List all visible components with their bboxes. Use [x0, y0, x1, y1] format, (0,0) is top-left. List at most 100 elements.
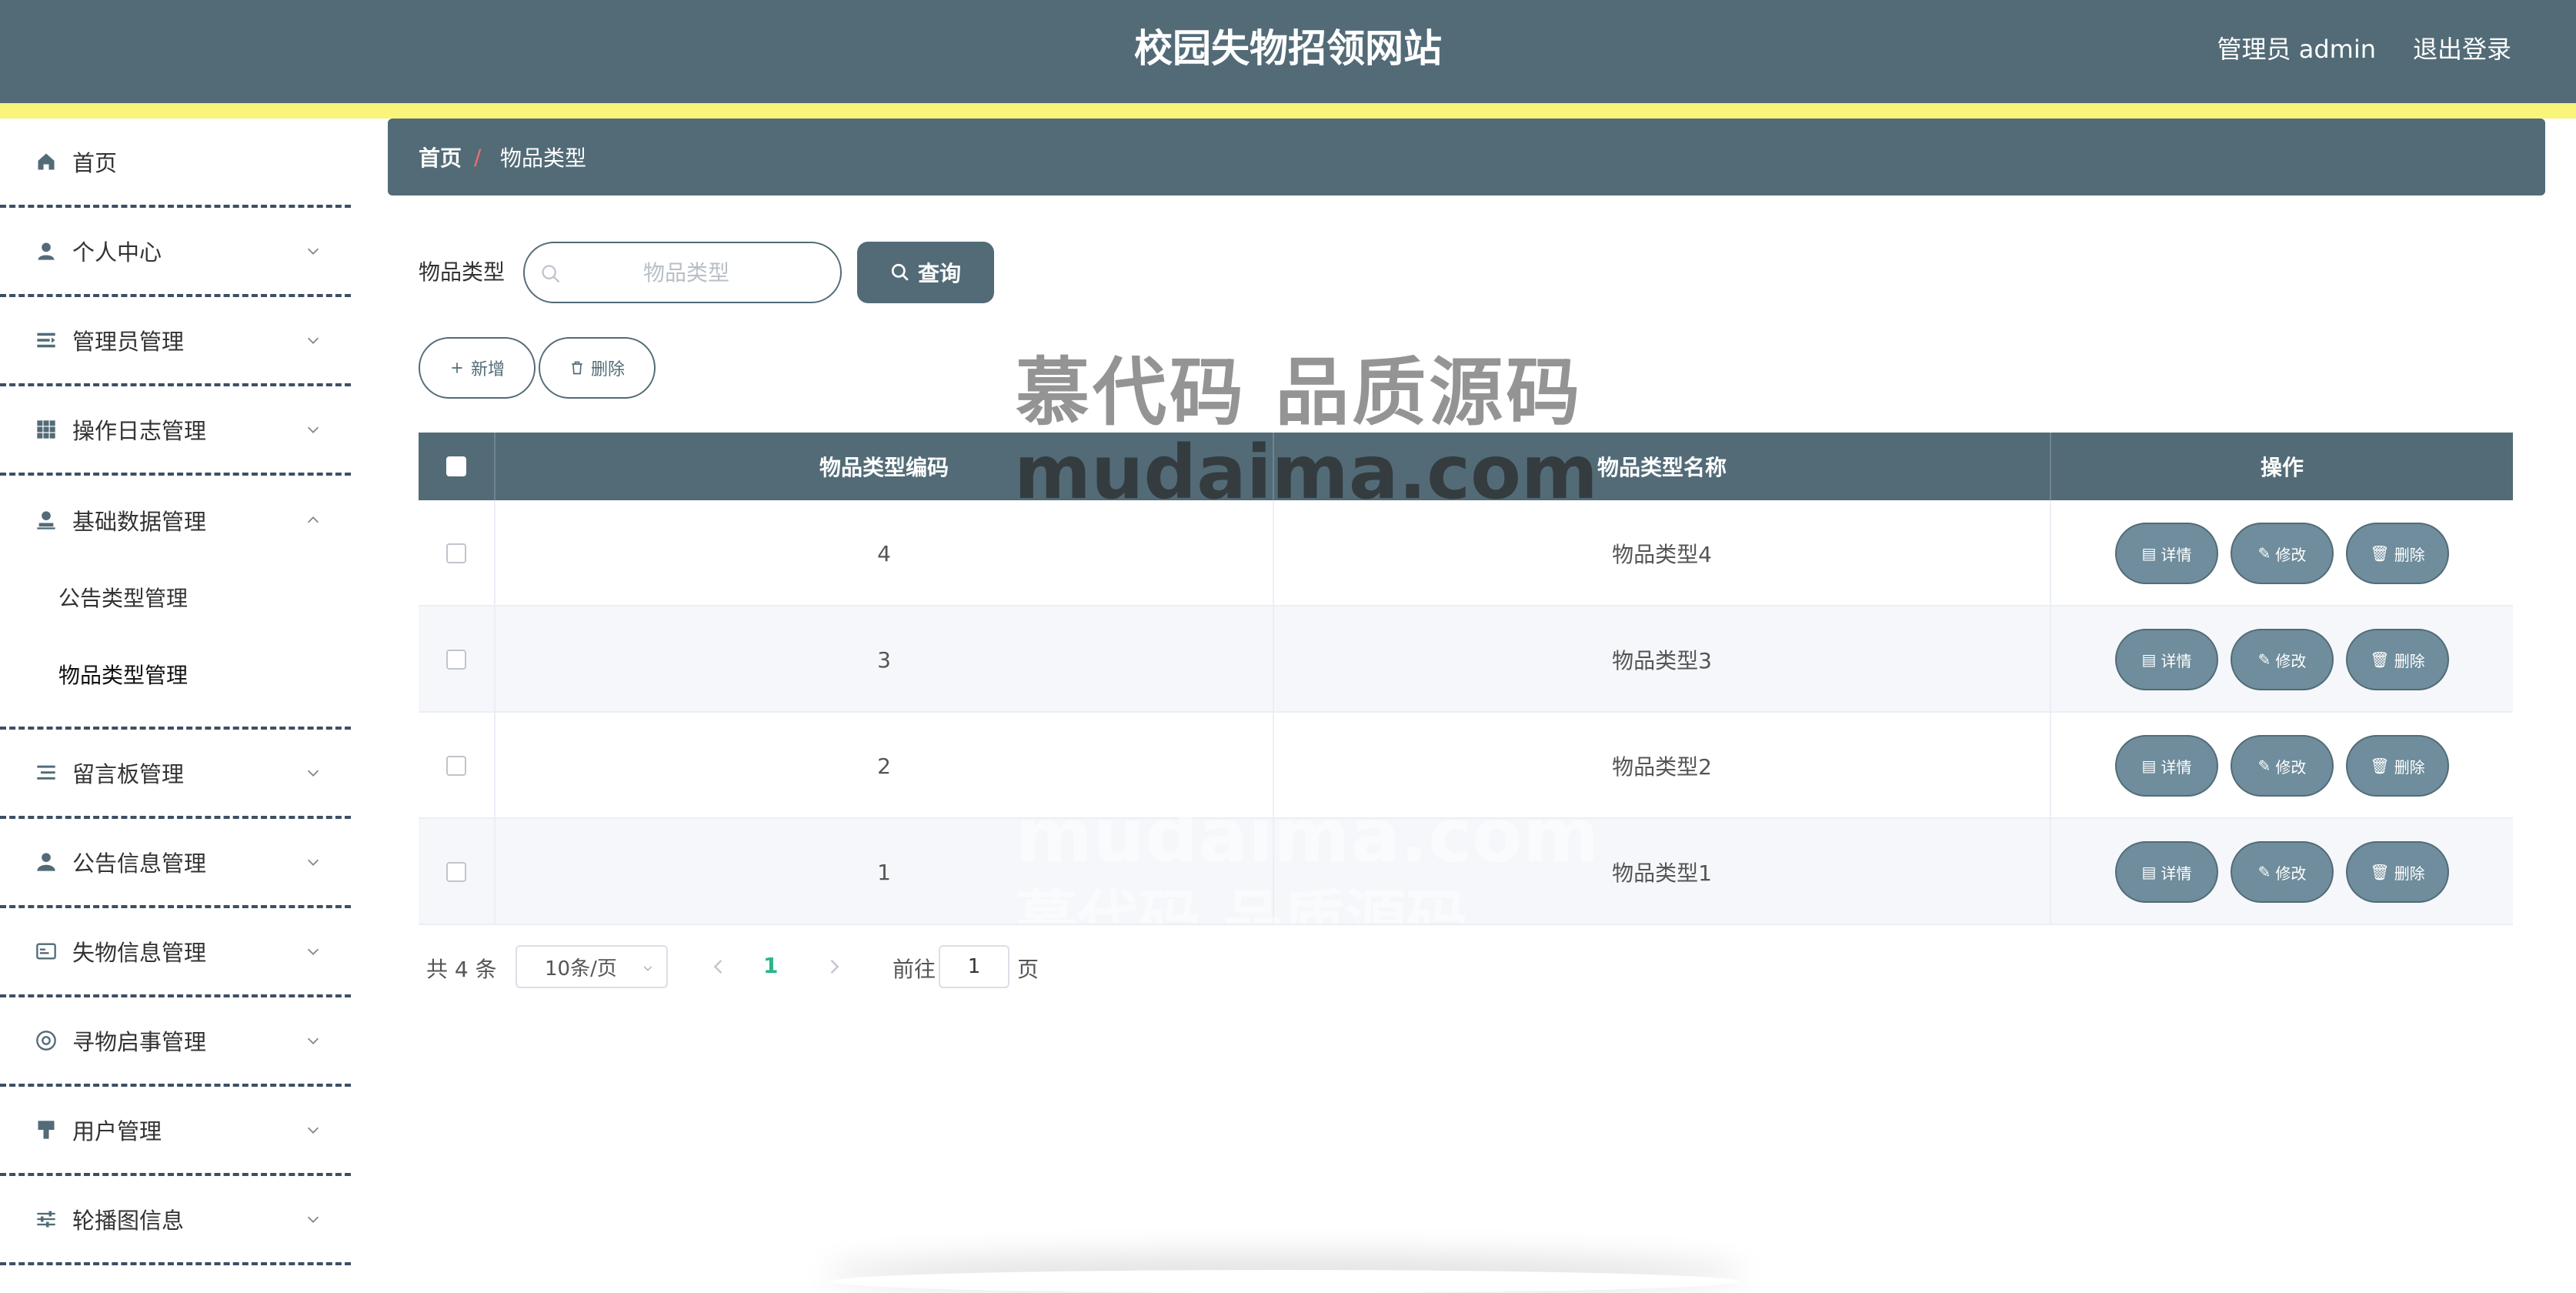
chevron-down-icon — [307, 1037, 319, 1044]
sidebar-item-label: 公告信息管理 — [72, 850, 207, 877]
trash-icon: 🗑 — [2370, 650, 2390, 669]
detail-button-label: 详情 — [2161, 757, 2192, 777]
batch-delete-button[interactable]: 删除 — [539, 337, 656, 399]
chevron-down-icon — [307, 770, 319, 777]
watermark-text: mudaima.com — [1014, 429, 1598, 516]
sidebar-item-logs[interactable]: 操作日志管理 — [0, 386, 351, 476]
table-row: 3 物品类型3 ▤ 详情 ✎ 修改 🗑 删除 — [419, 606, 2513, 713]
sidebar-item-label: 操作日志管理 — [72, 418, 207, 444]
document-icon: ▤ — [2141, 650, 2157, 669]
search-input[interactable] — [571, 251, 802, 294]
sidebar-item-label: 留言板管理 — [72, 761, 185, 787]
search-icon — [542, 265, 560, 283]
chevron-down-icon — [307, 948, 319, 955]
edit-button[interactable]: ✎ 修改 — [2231, 629, 2334, 690]
delete-button[interactable]: 🗑 删除 — [2346, 841, 2449, 903]
goto-page-input[interactable] — [939, 945, 1009, 988]
breadcrumb-separator: / — [474, 144, 482, 170]
lifebuoy-icon — [34, 1028, 58, 1053]
breadcrumb-home-link[interactable]: 首页 — [419, 142, 462, 172]
row-checkbox-cell — [419, 500, 496, 606]
bottom-shadow — [831, 1270, 1739, 1293]
detail-button[interactable]: ▤ 详情 — [2115, 841, 2218, 903]
sidebar-item-base-data[interactable]: 基础数据管理 公告类型管理 物品类型管理 — [0, 476, 351, 730]
row-checkbox-cell — [419, 819, 496, 925]
chevron-down-icon — [307, 1127, 319, 1134]
add-button[interactable]: 新增 — [419, 337, 536, 399]
sidebar: 首页 个人中心 管理员管理 操作日志管理 基础数据管理 公告类型管理 物品类型管… — [0, 119, 351, 1293]
sidebar-item-label: 失物信息管理 — [72, 940, 207, 966]
person-icon — [34, 850, 58, 874]
detail-button[interactable]: ▤ 详情 — [2115, 735, 2218, 797]
edit-button-label: 修改 — [2275, 864, 2307, 883]
detail-button[interactable]: ▤ 详情 — [2115, 629, 2218, 690]
chevron-up-icon — [307, 516, 319, 523]
sidebar-item-carousel[interactable]: 轮播图信息 — [0, 1176, 351, 1265]
sidebar-item-messages[interactable]: 留言板管理 — [0, 730, 351, 819]
sidebar-item-profile[interactable]: 个人中心 — [0, 208, 351, 297]
delete-button[interactable]: 🗑 删除 — [2346, 629, 2449, 690]
sidebar-item-users[interactable]: 用户管理 — [0, 1087, 351, 1176]
cell-actions: ▤ 详情 ✎ 修改 🗑 删除 — [2051, 819, 2513, 925]
next-page-icon[interactable] — [823, 956, 845, 977]
query-button[interactable]: 查询 — [857, 242, 994, 303]
detail-button-label: 详情 — [2161, 651, 2192, 670]
chevron-down-icon — [307, 1216, 319, 1223]
search-field[interactable] — [523, 242, 842, 303]
plus-icon — [452, 363, 462, 373]
row-checkbox[interactable] — [446, 543, 466, 563]
trash-icon — [572, 361, 582, 375]
cell-code: 3 — [496, 606, 1274, 713]
sidebar-subitem-item-types[interactable]: 物品类型管理 — [58, 659, 188, 690]
delete-button[interactable]: 🗑 删除 — [2346, 735, 2449, 797]
header-accent-strip — [0, 103, 2576, 119]
sidebar-item-admins[interactable]: 管理员管理 — [0, 297, 351, 386]
cell-actions: ▤ 详情 ✎ 修改 🗑 删除 — [2051, 606, 2513, 713]
trash-icon: 🗑 — [2370, 544, 2390, 563]
row-checkbox[interactable] — [446, 650, 466, 670]
sidebar-subitem-notice-types[interactable]: 公告类型管理 — [58, 582, 188, 613]
detail-button[interactable]: ▤ 详情 — [2115, 523, 2218, 584]
chevron-down-icon — [307, 426, 319, 433]
query-button-label: 查询 — [917, 261, 961, 286]
sidebar-item-found-notices[interactable]: 寻物启事管理 — [0, 997, 351, 1087]
chevron-down-icon — [307, 248, 319, 255]
row-checkbox-cell — [419, 713, 496, 819]
sidebar-item-lost-items[interactable]: 失物信息管理 — [0, 908, 351, 997]
column-header-actions: 操作 — [2260, 455, 2304, 480]
edit-button[interactable]: ✎ 修改 — [2231, 523, 2334, 584]
prev-page-icon[interactable] — [708, 956, 729, 977]
select-all-checkbox[interactable] — [446, 456, 466, 476]
logout-link[interactable]: 退出登录 — [2413, 31, 2511, 68]
document-icon: ▤ — [2141, 863, 2157, 881]
sidebar-item-label: 寻物启事管理 — [72, 1029, 207, 1055]
pencil-icon: ✎ — [2257, 757, 2271, 775]
pencil-icon: ✎ — [2257, 650, 2271, 669]
edit-button[interactable]: ✎ 修改 — [2231, 735, 2334, 797]
pencil-icon: ✎ — [2257, 544, 2271, 563]
cell-actions: ▤ 详情 ✎ 修改 🗑 删除 — [2051, 500, 2513, 606]
edit-button[interactable]: ✎ 修改 — [2231, 841, 2334, 903]
pagination: 共 4 条 10条/页 1 前往 页 — [419, 945, 1496, 988]
row-checkbox[interactable] — [446, 862, 466, 882]
page-number-current[interactable]: 1 — [763, 953, 778, 978]
detail-button-label: 详情 — [2161, 864, 2192, 883]
document-icon: ▤ — [2141, 757, 2157, 775]
sidebar-item-home[interactable]: 首页 — [0, 119, 351, 208]
sliders-icon — [34, 1207, 58, 1231]
sidebar-item-label: 轮播图信息 — [72, 1208, 185, 1234]
sidebar-item-notices[interactable]: 公告信息管理 — [0, 819, 351, 908]
cell-code: 4 — [496, 500, 1274, 606]
delete-button-label: 删除 — [2394, 651, 2425, 670]
pagination-total: 共 4 条 — [426, 957, 497, 982]
page-suffix-label: 页 — [1017, 957, 1039, 982]
lines-icon — [34, 760, 58, 785]
site-title: 校园失物招领网站 — [1134, 26, 1442, 71]
grid-icon — [34, 417, 58, 442]
delete-button[interactable]: 🗑 删除 — [2346, 523, 2449, 584]
page-size-select[interactable]: 10条/页 — [516, 945, 668, 988]
row-checkbox[interactable] — [446, 756, 466, 776]
stamp-icon — [34, 508, 58, 533]
page-size-value: 10条/页 — [545, 957, 617, 981]
delete-button-label: 删除 — [2394, 757, 2425, 777]
